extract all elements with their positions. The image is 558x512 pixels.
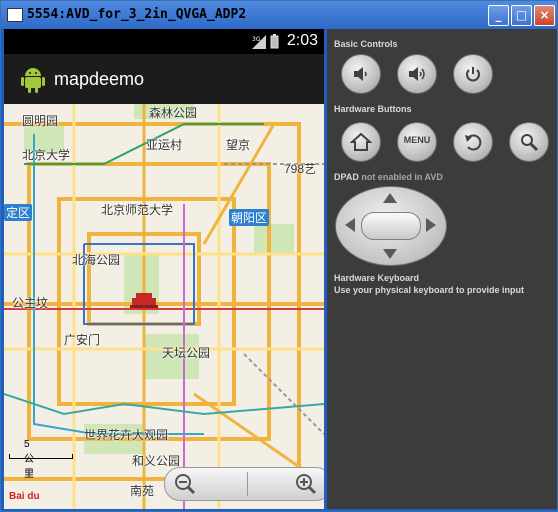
keyboard-heading: Hardware Keyboard <box>334 273 420 283</box>
map-label: 北京师范大学 <box>101 203 174 217</box>
zoom-out-icon <box>175 474 196 495</box>
baidu-logo: Bai du <box>9 491 40 502</box>
map-label: 亚运村 <box>146 138 183 152</box>
signal-icon: 3G <box>252 35 266 49</box>
map-label: 望京 <box>226 138 251 152</box>
menu-button[interactable]: MENU <box>397 122 437 162</box>
status-time: 2:03 <box>286 32 318 49</box>
dpad-note: not enabled in AVD <box>358 172 443 182</box>
zoom-in-icon <box>296 474 317 495</box>
emulator-controls-panel: Basic Controls Hardware Buttons MENU DPA… <box>327 29 557 509</box>
basic-controls-heading: Basic Controls <box>334 39 398 49</box>
app-title: mapdeemo <box>54 69 145 89</box>
maximize-button[interactable]: □ <box>511 5 532 26</box>
back-icon <box>465 134 482 151</box>
window-title: 5554:AVD_for_3_2in_QVGA_ADP2 <box>27 7 247 22</box>
status-bar: 3G 2:03 <box>4 29 324 54</box>
back-button[interactable] <box>453 122 493 162</box>
district-label: 定区 <box>4 204 33 221</box>
volume-up-button[interactable] <box>397 54 437 94</box>
map-label: 南苑 <box>130 484 155 498</box>
dpad[interactable] <box>335 186 447 266</box>
map-label: 北海公园 <box>72 253 121 267</box>
close-button[interactable]: × <box>534 5 555 26</box>
dpad-up-icon <box>383 193 397 203</box>
action-bar: mapdeemo <box>4 54 324 107</box>
search-icon <box>521 134 539 152</box>
map-label: 和义公园 <box>132 454 181 468</box>
volume-down-icon <box>354 67 367 81</box>
keyboard-note: Use your physical keyboard to provide in… <box>334 285 525 295</box>
network-type: 3G <box>252 36 261 43</box>
title-bar[interactable]: 5554:AVD_for_3_2in_QVGA_ADP2 _ □ × <box>1 1 557 29</box>
map-label: 天坛公园 <box>162 346 211 360</box>
home-button[interactable] <box>341 122 381 162</box>
dpad-center-button[interactable] <box>361 212 421 240</box>
volume-up-icon <box>409 67 425 81</box>
device-screen: 3G 2:03 mapdeemo 森林公园 圆明园 亚运村 望京 北京大学 79… <box>4 29 324 509</box>
map-label: 广安门 <box>64 333 101 347</box>
menu-label: MENU <box>403 135 431 145</box>
hardware-buttons-heading: Hardware Buttons <box>334 104 412 114</box>
zoom-in-button[interactable] <box>248 468 324 500</box>
map-label: 圆明园 <box>22 114 59 128</box>
dpad-title: DPAD <box>334 172 359 182</box>
android-robot-icon <box>21 68 45 93</box>
map-roads <box>4 104 324 509</box>
volume-down-button[interactable] <box>341 54 381 94</box>
zoom-out-button[interactable] <box>165 468 247 500</box>
home-icon <box>350 132 372 151</box>
power-icon <box>466 67 480 82</box>
search-button[interactable] <box>509 122 549 162</box>
scale-bar <box>9 454 73 459</box>
map-view[interactable]: 森林公园 圆明园 亚运村 望京 北京大学 798艺 北京师范大学 定区 朝阳区 … <box>4 104 324 509</box>
map-label: 公主坟 <box>12 296 49 310</box>
minimize-button[interactable]: _ <box>488 5 509 26</box>
map-label: 世界花卉大观园 <box>84 428 169 442</box>
app-icon <box>7 8 23 22</box>
battery-icon <box>270 34 279 49</box>
dpad-left-icon <box>345 218 355 232</box>
dpad-right-icon <box>426 218 436 232</box>
zoom-control <box>164 467 324 501</box>
map-label: 森林公园 <box>149 106 198 120</box>
district-label: 朝阳区 <box>229 209 270 226</box>
power-button[interactable] <box>453 54 493 94</box>
scale-label: 5公里 <box>24 439 34 480</box>
dpad-down-icon <box>383 249 397 259</box>
map-label: 北京大学 <box>22 148 71 162</box>
emulator-window: 5554:AVD_for_3_2in_QVGA_ADP2 _ □ × 3G 2:… <box>0 0 558 512</box>
map-label: 798艺 <box>284 162 317 176</box>
dpad-heading: DPAD not enabled in AVD <box>334 172 443 182</box>
